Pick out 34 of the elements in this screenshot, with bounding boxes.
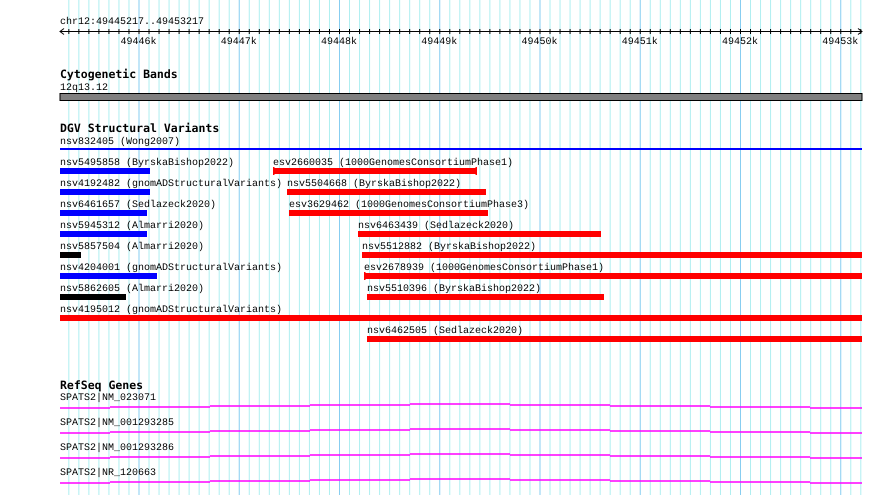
track-title: DGV Structural Variants xyxy=(60,121,220,135)
variant-label: nsv5510396 (ByrskaBishop2022) xyxy=(367,284,542,295)
variant-label: nsv5945312 (Almarri2020) xyxy=(60,221,204,232)
variant-label: esv2678939 (1000GenomesConsortiumPhase1) xyxy=(364,263,604,274)
location-label: chr12:49445217..49453217 xyxy=(60,17,204,28)
transcript-label: SPATS2|NM_001293285 xyxy=(60,418,174,429)
variant-label: nsv6462505 (Sedlazeck2020) xyxy=(367,326,524,337)
track-title: RefSeq Genes xyxy=(60,378,144,392)
variant-label: nsv5504668 (ByrskaBishop2022) xyxy=(287,179,462,190)
band-label: 12q13.12 xyxy=(60,83,108,94)
variant-label: nsv5857504 (Almarri2020) xyxy=(60,242,204,253)
variant-label: nsv832405 (Wong2007) xyxy=(60,137,180,148)
ruler-label: 49450k xyxy=(522,37,558,48)
variant-label: nsv5495858 (ByrskaBishop2022) xyxy=(60,158,234,169)
ruler-label: 49446k xyxy=(120,37,156,48)
transcript-label: SPATS2|NR_120663 xyxy=(60,468,156,479)
variant-label: nsv5862605 (Almarri2020) xyxy=(60,284,204,295)
variant-label: esv3629462 (1000GenomesConsortiumPhase3) xyxy=(289,200,530,211)
ruler-label: 49449k xyxy=(421,37,458,48)
ruler-label: 49451k xyxy=(622,37,658,48)
track-title: Cytogenetic Bands xyxy=(60,67,178,81)
variant-label: nsv4204001 (gnomADStructuralVariants) xyxy=(60,263,282,274)
variant-label: nsv4192482 (gnomADStructuralVariants) xyxy=(60,179,282,190)
transcript-label: SPATS2|NM_023071 xyxy=(60,393,156,404)
variant-label: nsv6463439 (Sedlazeck2020) xyxy=(358,221,514,232)
ruler-label: 49447k xyxy=(220,37,257,48)
transcript-label: SPATS2|NM_001293286 xyxy=(60,443,174,454)
ruler-label: 49448k xyxy=(321,37,357,48)
variant-label: esv2660035 (1000GenomesConsortiumPhase1) xyxy=(273,158,514,169)
ruler-label: 49452k xyxy=(722,37,758,48)
variant-label: nsv6461657 (Sedlazeck2020) xyxy=(60,200,216,211)
variant-label: nsv4195012 (gnomADStructuralVariants) xyxy=(60,305,282,316)
variant-label: nsv5512882 (ByrskaBishop2022) xyxy=(362,242,536,253)
ruler-label: 49453k xyxy=(822,37,858,48)
